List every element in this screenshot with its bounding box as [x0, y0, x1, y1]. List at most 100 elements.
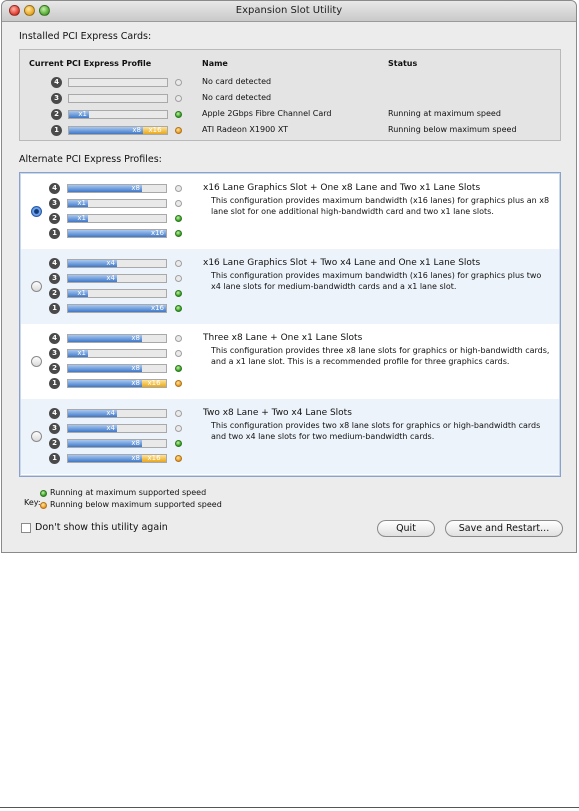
lane-bar: x8 x16 — [67, 454, 167, 463]
lane-max-fill: x16 — [142, 455, 166, 462]
status-off-icon — [175, 275, 182, 282]
dont-show-label[interactable]: Don't show this utility again — [35, 522, 168, 533]
profile-option[interactable]: 4 x8 3 x1 2 x1 1 x16 x16 Lane Graphics Slot + On… — [21, 174, 559, 249]
key-label: Key: — [24, 498, 41, 507]
slot-number-badge: 1 — [49, 303, 60, 314]
dont-show-checkbox[interactable] — [21, 523, 31, 533]
profile-title: x16 Lane Graphics Slot + One x8 Lane and… — [203, 183, 481, 193]
lane-bar: x1 — [68, 110, 168, 119]
status-off-icon — [175, 335, 182, 342]
header-profile: Current PCI Express Profile — [29, 59, 152, 68]
status-green-icon — [175, 111, 182, 118]
lane-bar: x4 — [67, 409, 167, 418]
installed-row: 4 No card detected — [20, 75, 560, 90]
slot-number-badge: 3 — [49, 273, 60, 284]
slot-number-badge: 1 — [49, 228, 60, 239]
slot-number-badge: 4 — [49, 408, 60, 419]
lane-fill: x8 — [68, 380, 142, 387]
profile-option[interactable]: 4 x8 3 x1 2 x8 1 x8 x16 Three x8 Lane + One x1 La… — [21, 324, 559, 399]
status-off-icon — [175, 95, 182, 102]
status-green-icon — [175, 440, 182, 447]
status-green-icon — [175, 230, 182, 237]
lane-bar: x1 — [67, 289, 167, 298]
slot-number-badge: 3 — [51, 93, 62, 104]
status-orange-icon — [175, 127, 182, 134]
status-off-icon — [175, 410, 182, 417]
profile-title: Three x8 Lane + One x1 Lane Slots — [203, 333, 363, 343]
card-name: No card detected — [202, 93, 272, 102]
lane-fill: x1 — [68, 350, 88, 357]
profile-option[interactable]: 4 x4 3 x4 2 x8 1 x8 x16 Two x8 Lane + Two x4 Lane… — [21, 399, 559, 474]
lane-bar — [68, 94, 168, 103]
slot-number-badge: 4 — [49, 258, 60, 269]
slot-number-badge: 4 — [49, 333, 60, 344]
profile-radio-button[interactable] — [31, 206, 42, 217]
card-name: No card detected — [202, 77, 272, 86]
installed-cards-table: Current PCI Express Profile Name Status … — [19, 49, 561, 141]
lane-bar: x8 — [67, 334, 167, 343]
lane-fill: x8 — [68, 335, 142, 342]
status-green-icon — [175, 305, 182, 312]
status-off-icon — [175, 79, 182, 86]
installed-row: 3 No card detected — [20, 91, 560, 106]
status-off-icon — [175, 350, 182, 357]
lane-fill: x16 — [68, 230, 166, 237]
lane-fill: x8 — [68, 185, 142, 192]
slot-number-badge: 3 — [49, 198, 60, 209]
lane-bar: x8 x16 — [67, 379, 167, 388]
lane-bar: x8 — [67, 439, 167, 448]
profile-description: This configuration provides maximum band… — [211, 196, 550, 216]
lane-bar: x8 x16 — [68, 126, 168, 135]
status-off-icon — [175, 185, 182, 192]
lane-bar: x1 — [67, 214, 167, 223]
status-green-icon — [175, 365, 182, 372]
lane-bar: x4 — [67, 259, 167, 268]
card-status: Running at maximum speed — [388, 109, 501, 118]
header-name: Name — [202, 59, 228, 68]
slot-number-badge: 2 — [51, 109, 62, 120]
profile-radio-button[interactable] — [31, 431, 42, 442]
status-orange-icon — [175, 380, 182, 387]
installed-row: 2 x1 Apple 2Gbps Fibre Channel Card Running… — [20, 107, 560, 122]
status-off-icon — [175, 260, 182, 267]
slot-number-badge: 4 — [51, 77, 62, 88]
card-name: Apple 2Gbps Fibre Channel Card — [202, 109, 332, 118]
slot-number-badge: 2 — [49, 363, 60, 374]
profile-title: x16 Lane Graphics Slot + Two x4 Lane and… — [203, 258, 481, 268]
slot-number-badge: 4 — [49, 183, 60, 194]
lane-max-fill: x16 — [142, 380, 166, 387]
title-bar[interactable]: Expansion Slot Utility — [2, 1, 576, 22]
save-and-restart-button[interactable]: Save and Restart... — [445, 520, 563, 537]
lane-bar: x16 — [67, 229, 167, 238]
lane-fill: x8 — [68, 455, 142, 462]
lane-fill: x1 — [69, 111, 89, 118]
lane-fill: x1 — [68, 290, 88, 297]
card-name: ATI Radeon X1900 XT — [202, 125, 289, 134]
profile-option[interactable]: 4 x4 3 x4 2 x1 1 x16 x16 Lane Graphics Slot + Tw… — [21, 249, 559, 324]
lane-fill: x4 — [68, 260, 117, 267]
lane-fill: x8 — [69, 127, 143, 134]
installed-section-label: Installed PCI Express Cards: — [19, 31, 152, 42]
installed-row: 1 x8 x16 ATI Radeon X1900 XT Running below m… — [20, 123, 560, 138]
lane-bar: x8 — [67, 184, 167, 193]
lane-fill: x8 — [68, 365, 142, 372]
lane-fill: x4 — [68, 410, 117, 417]
lane-bar: x4 — [67, 424, 167, 433]
profile-description: This configuration provides two x8 lane … — [211, 421, 541, 441]
lane-fill: x8 — [68, 440, 142, 447]
slot-number-badge: 3 — [49, 423, 60, 434]
profiles-list: 4 x8 3 x1 2 x1 1 x16 x16 Lane Graphics Slot + On… — [19, 172, 561, 477]
profile-radio-button[interactable] — [31, 356, 42, 367]
key-orange-dot-icon — [40, 502, 47, 509]
key-orange-text: Running below maximum supported speed — [50, 500, 222, 509]
profiles-section-label: Alternate PCI Express Profiles: — [19, 154, 162, 165]
status-off-icon — [175, 425, 182, 432]
profile-radio-button[interactable] — [31, 281, 42, 292]
window-title: Expansion Slot Utility — [235, 5, 343, 16]
key-green-dot-icon — [40, 490, 47, 497]
profile-description: This configuration provides three x8 lan… — [211, 346, 550, 366]
card-status: Running below maximum speed — [388, 125, 517, 134]
header-status: Status — [388, 59, 418, 68]
quit-button[interactable]: Quit — [377, 520, 435, 537]
profile-title: Two x8 Lane + Two x4 Lane Slots — [203, 408, 352, 418]
